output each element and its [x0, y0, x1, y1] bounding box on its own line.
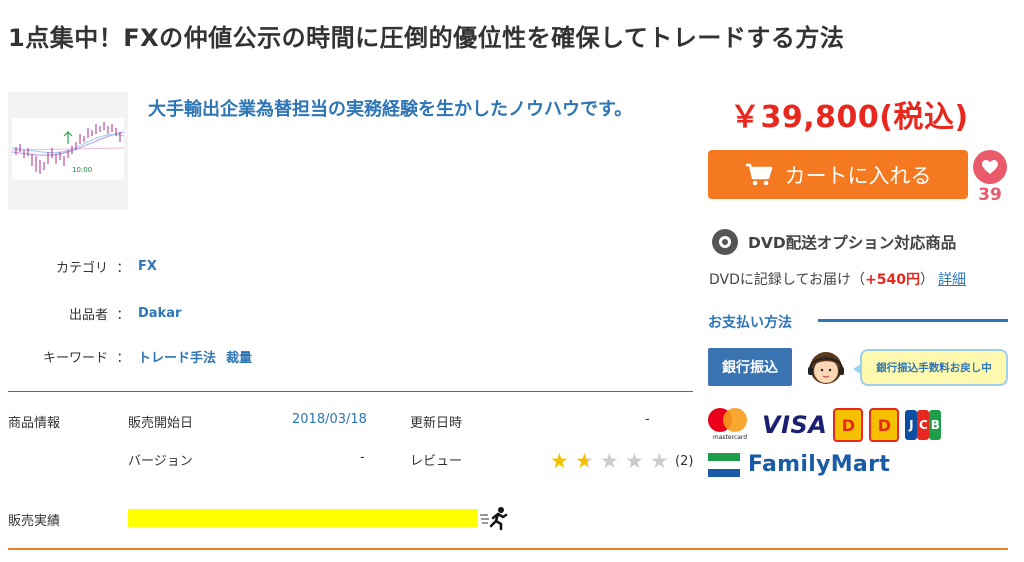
release-date-label: 販売開始日 [128, 416, 194, 431]
dvd-note-suffix: ） [920, 272, 935, 288]
category-link[interactable]: FX [138, 259, 157, 274]
daily-yamazaki-logo: D [833, 408, 864, 442]
review-count[interactable]: (2) [675, 454, 693, 469]
keywords-list: トレード手法 裁量 [138, 347, 262, 366]
jcb-logo: J C B [905, 410, 942, 440]
keyword-link[interactable]: 裁量 [226, 351, 252, 366]
seller-link[interactable]: Dakar [138, 306, 181, 321]
bottom-divider [8, 548, 1008, 550]
review-label: レビュー [410, 454, 463, 469]
mastercard-logo: mastercard [708, 406, 752, 444]
familymart-logo: FamilyMart [708, 452, 890, 477]
cart-icon [745, 163, 772, 185]
release-date-value: 2018/03/18 [292, 412, 367, 427]
dvd-price: +540円 [865, 272, 921, 288]
keywords-label: キーワード [42, 350, 108, 366]
familymart-text: FamilyMart [748, 452, 891, 477]
updated-label: 更新日時 [410, 416, 463, 431]
runner-icon [480, 507, 508, 531]
daily-yamazaki-alt-logo: D [869, 408, 900, 442]
star-half-icon: ★ [575, 449, 600, 473]
dvd-note: DVDに記録してお届け（+540円） 詳細 [709, 269, 966, 289]
dvd-option-title: DVD配送オプション対応商品 [748, 234, 957, 252]
meta-category-row: カテゴリ ： FX [0, 256, 157, 276]
category-label: カテゴリ [55, 260, 108, 276]
review-stars[interactable]: ★ ★ ★ ★ ★ (2) [550, 449, 693, 473]
category-colon: ： [116, 260, 130, 276]
version-label: バージョン [128, 454, 193, 469]
star-empty-icon: ★ [625, 449, 644, 473]
product-catchcopy: 大手輸出企業為替担当の実務経験を生かしたノウハウです。 [148, 99, 633, 120]
keywords-colon: ： [116, 350, 130, 366]
seller-colon: ： [116, 307, 130, 323]
operator-icon [808, 352, 844, 384]
payment-heading-rule [818, 319, 1008, 322]
add-to-cart-label: カートに入れる [784, 163, 932, 188]
add-to-cart-button[interactable]: カートに入れる [708, 150, 968, 199]
payment-logos: mastercard VISA D D J C B [708, 406, 942, 444]
seller-label: 出品者 [68, 307, 108, 323]
dvd-option: DVD配送オプション対応商品 [711, 228, 956, 256]
product-price: ￥39,800(税込) [730, 100, 969, 135]
disc-icon [712, 229, 738, 255]
meta-seller-row: 出品者 ： Dakar [0, 303, 181, 323]
sales-bar [128, 509, 478, 527]
thumbnail-time-label: 10:00 [72, 166, 92, 174]
chart-thumbnail-icon: 10:00 [11, 118, 125, 180]
favorite-count: 39 [978, 185, 1002, 205]
version-value: - [360, 450, 365, 465]
sales-label: 販売実績 [8, 514, 61, 529]
favorite-circle [973, 150, 1007, 184]
page-title: 1点集中！FXの仲値公示の時間に圧倒的優位性を確保してトレードする方法 [8, 24, 845, 52]
bank-fee-bubble: 銀行振込手数料お戻し中 [853, 349, 1008, 386]
payment-heading: お支払い方法 [708, 315, 792, 331]
dvd-note-prefix: DVDに記録してお届け（ [709, 272, 866, 288]
updated-value: - [645, 412, 650, 427]
visa-logo: VISA [762, 411, 828, 439]
star-empty-icon: ★ [600, 449, 619, 473]
star-empty-icon: ★ [650, 449, 669, 473]
familymart-stripes-icon [708, 452, 740, 477]
dvd-detail-link[interactable]: 詳細 [938, 272, 966, 288]
star-full-icon: ★ [550, 449, 569, 473]
favorite-button[interactable]: 39 [972, 150, 1008, 205]
meta-keywords-row: キーワード ： トレード手法 裁量 [0, 346, 262, 366]
product-thumbnail[interactable]: 10:00 [8, 92, 128, 210]
bank-transfer-button[interactable]: 銀行振込 [708, 348, 792, 386]
heart-icon [982, 160, 998, 174]
keyword-link[interactable]: トレード手法 [138, 351, 216, 366]
product-info-label: 商品情報 [8, 416, 61, 431]
section-divider [8, 391, 693, 392]
